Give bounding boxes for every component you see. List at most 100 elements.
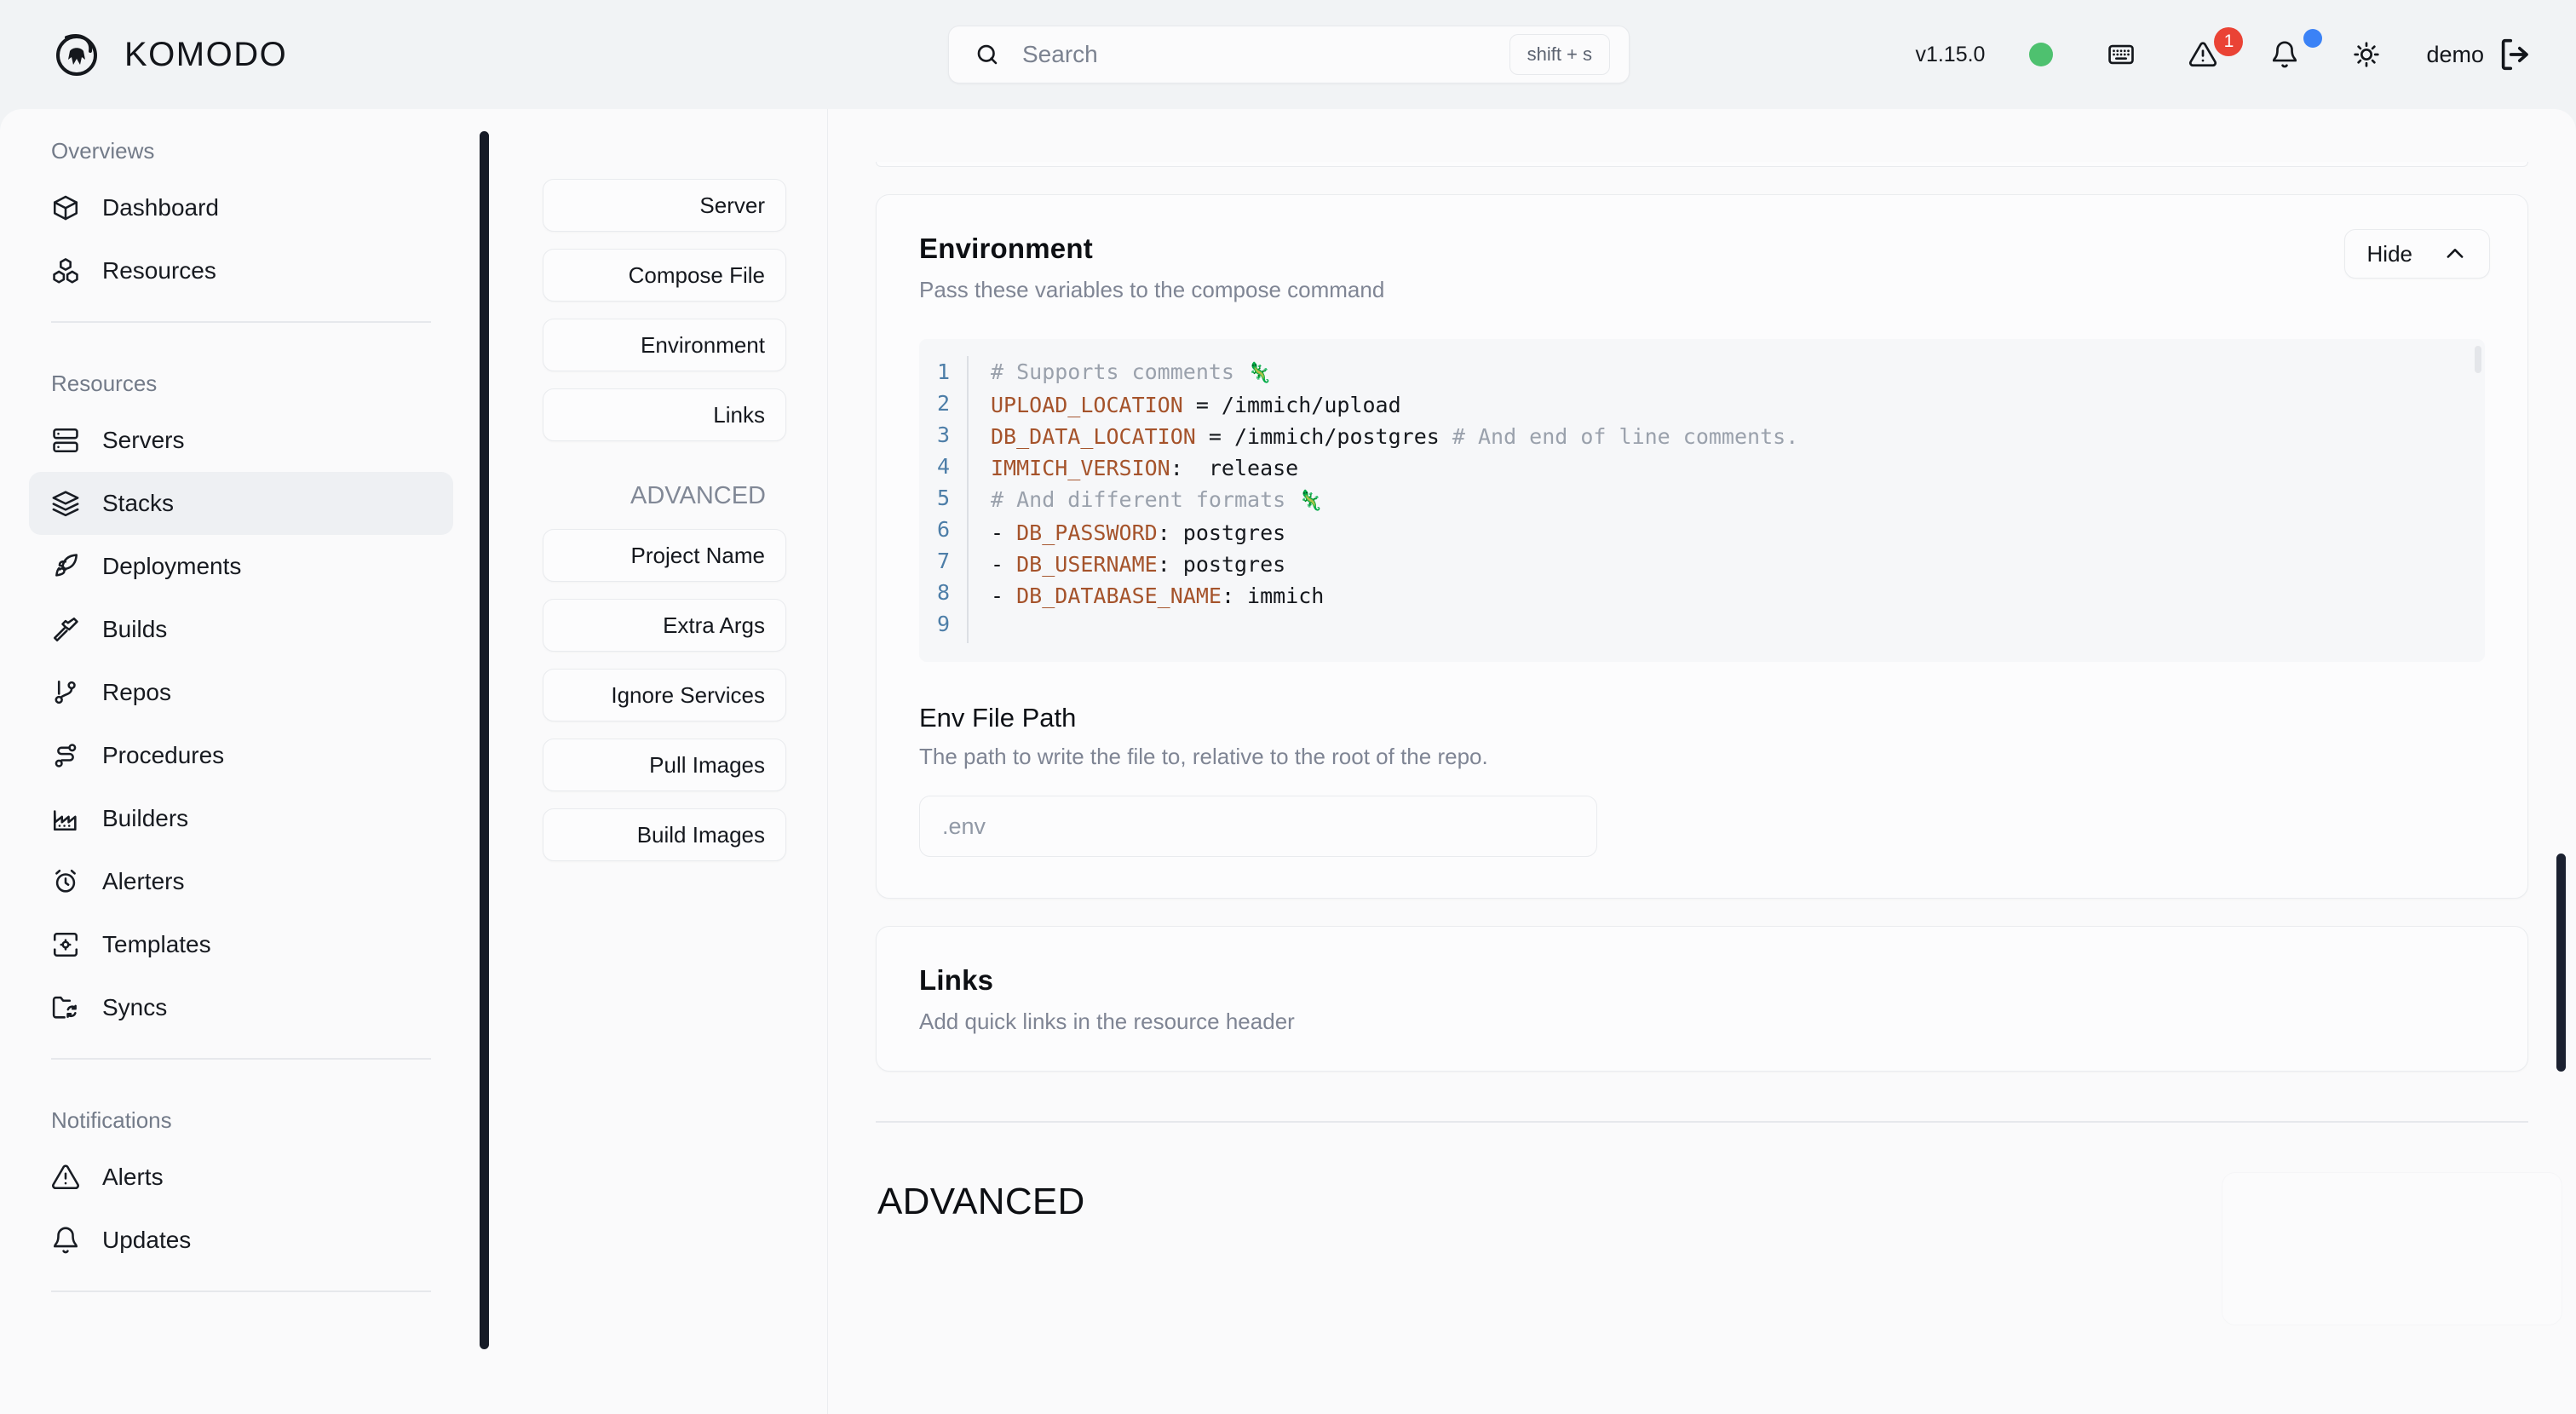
theme-toggle-button[interactable]	[2326, 0, 2407, 109]
sidebar-item-label: Updates	[102, 1227, 191, 1254]
section-nav-build-images[interactable]: Build Images	[543, 808, 786, 861]
code-line: # Supports comments 🦎	[991, 356, 2485, 389]
rocket-icon	[51, 552, 80, 581]
code-token: : release	[1170, 456, 1299, 480]
env-file-path-placeholder: .env	[942, 813, 986, 840]
search-shortcut-badge: shift + s	[1509, 34, 1610, 75]
environment-card-subtitle: Pass these variables to the compose comm…	[919, 277, 2485, 303]
code-token: : postgres	[1158, 552, 1286, 577]
chevron-up-icon	[2443, 242, 2467, 266]
section-nav-project-name[interactable]: Project Name	[543, 529, 786, 582]
sidebar-item-alerts[interactable]: Alerts	[29, 1146, 453, 1209]
env-file-path-field: Env File Path The path to write the file…	[919, 703, 2485, 857]
sidebar-item-label: Dashboard	[102, 194, 219, 221]
sidebar-group-label: Overviews	[29, 109, 453, 176]
sidebar-item-updates[interactable]: Updates	[29, 1209, 453, 1272]
section-nav-pull-images[interactable]: Pull Images	[543, 739, 786, 791]
environment-hide-button[interactable]: Hide	[2344, 229, 2490, 279]
code-line: - DB_USERNAME: postgres	[991, 549, 2485, 580]
code-line-number: 2	[919, 388, 950, 419]
code-content[interactable]: # Supports comments 🦎UPLOAD_LOCATION = /…	[967, 356, 2485, 643]
sidebar-item-procedures[interactable]: Procedures	[29, 724, 453, 787]
sidebar-item-label: Templates	[102, 931, 211, 958]
sidebar-item-builders[interactable]: Builders	[29, 787, 453, 850]
sidebar-item-deployments[interactable]: Deployments	[29, 535, 453, 598]
sidebar-item-label: Builders	[102, 805, 188, 832]
user-label: demo	[2426, 42, 2484, 68]
section-nav-environment[interactable]: Environment	[543, 319, 786, 371]
folder-sync-icon	[51, 993, 80, 1022]
sidebar-item-alerters[interactable]: Alerters	[29, 850, 453, 913]
sidebar-item-servers[interactable]: Servers	[29, 409, 453, 472]
code-token: 🦎	[1247, 362, 1272, 384]
sidebar-group-overviews: Overviews Dashboard	[29, 109, 453, 302]
sidebar-item-label: Stacks	[102, 490, 174, 517]
code-token: UPLOAD_LOCATION	[991, 393, 1183, 417]
section-nav-label: Server	[699, 193, 765, 219]
alert-triangle-icon	[51, 1163, 80, 1192]
sidebar-item-resources[interactable]: Resources	[29, 239, 453, 302]
bell-icon	[51, 1226, 80, 1255]
sidebar: Overviews Dashboard	[0, 109, 482, 1414]
section-nav-server[interactable]: Server	[543, 179, 786, 232]
search-input[interactable]: Search shift + s	[948, 26, 1630, 83]
search-icon	[975, 42, 1000, 67]
section-nav-ignore-services[interactable]: Ignore Services	[543, 669, 786, 721]
user-menu[interactable]: demo	[2407, 0, 2535, 109]
brand[interactable]: KOMODO	[53, 31, 287, 78]
app-shell: Overviews Dashboard	[0, 109, 2576, 1414]
sidebar-item-label: Resources	[102, 257, 216, 285]
code-token: : postgres	[1158, 520, 1286, 545]
code-token: DB_PASSWORD	[1016, 520, 1158, 545]
sidebar-item-dashboard[interactable]: Dashboard	[29, 176, 453, 239]
main-scrollbar[interactable]	[2556, 854, 2566, 1072]
factory-icon	[51, 804, 80, 833]
code-line-number: 7	[919, 545, 950, 577]
sidebar-item-templates[interactable]: Templates	[29, 913, 453, 976]
sidebar-item-builds[interactable]: Builds	[29, 598, 453, 661]
sidebar-item-stacks[interactable]: Stacks	[29, 472, 453, 535]
environment-card-title: Environment	[919, 233, 2485, 265]
section-nav-label: Environment	[641, 332, 765, 359]
section-nav-compose-file[interactable]: Compose File	[543, 249, 786, 302]
code-token: DB_USERNAME	[1016, 552, 1158, 577]
sidebar-item-syncs[interactable]: Syncs	[29, 976, 453, 1039]
status-dot-icon	[2029, 43, 2053, 66]
env-file-path-input[interactable]: .env	[919, 796, 1597, 857]
sidebar-item-label: Servers	[102, 427, 184, 454]
environment-code-editor[interactable]: 123456789 # Supports comments 🦎UPLOAD_LO…	[919, 339, 2485, 662]
status-indicator-wrap[interactable]	[2002, 0, 2080, 109]
logout-icon[interactable]	[2496, 35, 2535, 74]
code-line	[991, 612, 2485, 643]
updates-button[interactable]	[2244, 0, 2326, 109]
section-nav-links[interactable]: Links	[543, 388, 786, 441]
header-actions: v1.15.0 1	[1898, 0, 2535, 109]
code-line: # And different formats 🦎	[991, 484, 2485, 517]
alerts-button[interactable]: 1	[2162, 0, 2244, 109]
main-content: Environment Pass these variables to the …	[828, 109, 2576, 1414]
sidebar-item-repos[interactable]: Repos	[29, 661, 453, 724]
section-nav-label: Extra Args	[663, 612, 765, 639]
code-line-number: 3	[919, 419, 950, 451]
boxes-icon	[51, 256, 80, 285]
sidebar-item-label: Deployments	[102, 553, 241, 580]
previous-card-bottom-edge	[876, 162, 2528, 167]
version-label-wrap: v1.15.0	[1898, 0, 2002, 109]
sidebar-item-label: Repos	[102, 679, 171, 706]
keyboard-shortcuts-button[interactable]	[2080, 0, 2162, 109]
app-root: KOMODO Search shift + s v1.15.0	[0, 0, 2576, 1414]
code-token: # And different formats	[991, 487, 1298, 512]
code-line-number: 5	[919, 482, 950, 514]
code-line-number: 1	[919, 356, 950, 388]
sidebar-scrollbar[interactable]	[480, 131, 489, 1349]
code-editor-scrollbar[interactable]	[2475, 346, 2481, 373]
sidebar-group-label: Resources	[29, 342, 453, 409]
code-line: UPLOAD_LOCATION = /immich/upload	[991, 389, 2485, 421]
sidebar-item-label: Procedures	[102, 742, 224, 769]
code-token: = /immich/postgres	[1196, 424, 1452, 449]
code-line-number: 9	[919, 608, 950, 640]
code-line-number: 6	[919, 514, 950, 545]
sidebar-divider	[51, 1058, 431, 1060]
sidebar-item-label: Syncs	[102, 994, 167, 1021]
section-nav-extra-args[interactable]: Extra Args	[543, 599, 786, 652]
